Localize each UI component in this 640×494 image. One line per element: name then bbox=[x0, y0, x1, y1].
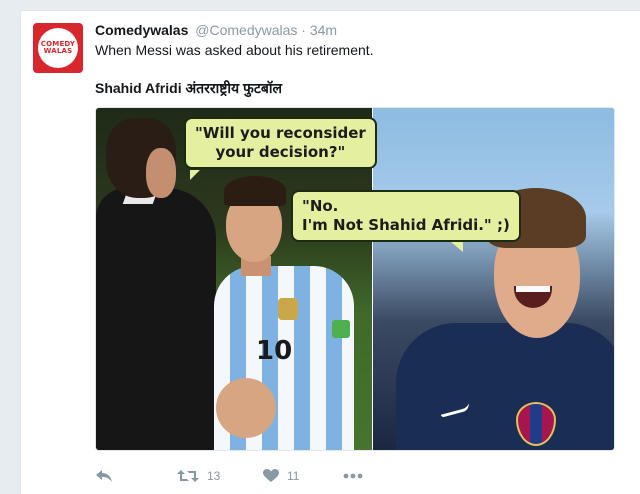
tweet-card[interactable]: COMEDY WALAS Comedywalas @Comedywalas · … bbox=[20, 10, 640, 494]
answer-line2: I'm Not Shahid Afridi." ;) bbox=[302, 215, 510, 234]
answer-line1: "No. bbox=[302, 197, 339, 215]
avatar[interactable]: COMEDY WALAS bbox=[33, 23, 83, 73]
tweet-timestamp[interactable]: 34m bbox=[310, 22, 337, 38]
speech-bubble-tail bbox=[451, 242, 463, 252]
player-hair-left bbox=[224, 176, 286, 206]
like-button[interactable]: 11 bbox=[263, 469, 299, 483]
more-icon bbox=[343, 473, 363, 479]
player-hands bbox=[216, 378, 276, 438]
interviewer-figure bbox=[96, 188, 216, 450]
speech-bubble-answer: "No. I'm Not Shahid Afridi." ;) bbox=[291, 190, 521, 242]
heart-icon bbox=[263, 469, 279, 482]
more-button[interactable] bbox=[343, 473, 363, 479]
teeth bbox=[516, 286, 550, 292]
separator-dot: · bbox=[301, 22, 306, 38]
speech-bubble-tail bbox=[190, 170, 200, 180]
crest-badge bbox=[278, 298, 298, 320]
user-handle[interactable]: @Comedywalas bbox=[195, 22, 297, 38]
interviewer-face bbox=[146, 148, 176, 198]
retweet-icon bbox=[177, 470, 199, 482]
speech-bubble-question: "Will you reconsider your decision?" bbox=[184, 117, 377, 169]
display-name[interactable]: Comedywalas bbox=[95, 22, 188, 38]
question-line1: "Will you reconsider bbox=[195, 124, 366, 142]
player-shirt-navy bbox=[396, 323, 614, 450]
tweet-header: Comedywalas @Comedywalas · 34m bbox=[95, 22, 337, 38]
reply-icon bbox=[96, 470, 112, 482]
retweet-count: 13 bbox=[207, 469, 221, 483]
reply-button[interactable] bbox=[95, 469, 113, 483]
tweet-subtitle: Shahid Afridi अंतरराष्ट्रीय फुटबॉल bbox=[95, 80, 283, 96]
tweet-media-image[interactable]: 10 "Will you reconsider your decision?" … bbox=[95, 107, 615, 451]
retweet-button[interactable]: 13 bbox=[177, 469, 220, 483]
shirt-number: 10 bbox=[256, 336, 293, 366]
sleeve-patch bbox=[332, 320, 350, 338]
avatar-logo: COMEDY WALAS bbox=[38, 28, 78, 68]
tweet-text: When Messi was asked about his retiremen… bbox=[95, 42, 374, 58]
question-line2: your decision?" bbox=[215, 142, 346, 161]
avatar-logo-line2: WALAS bbox=[43, 47, 73, 55]
like-count: 11 bbox=[287, 469, 300, 483]
